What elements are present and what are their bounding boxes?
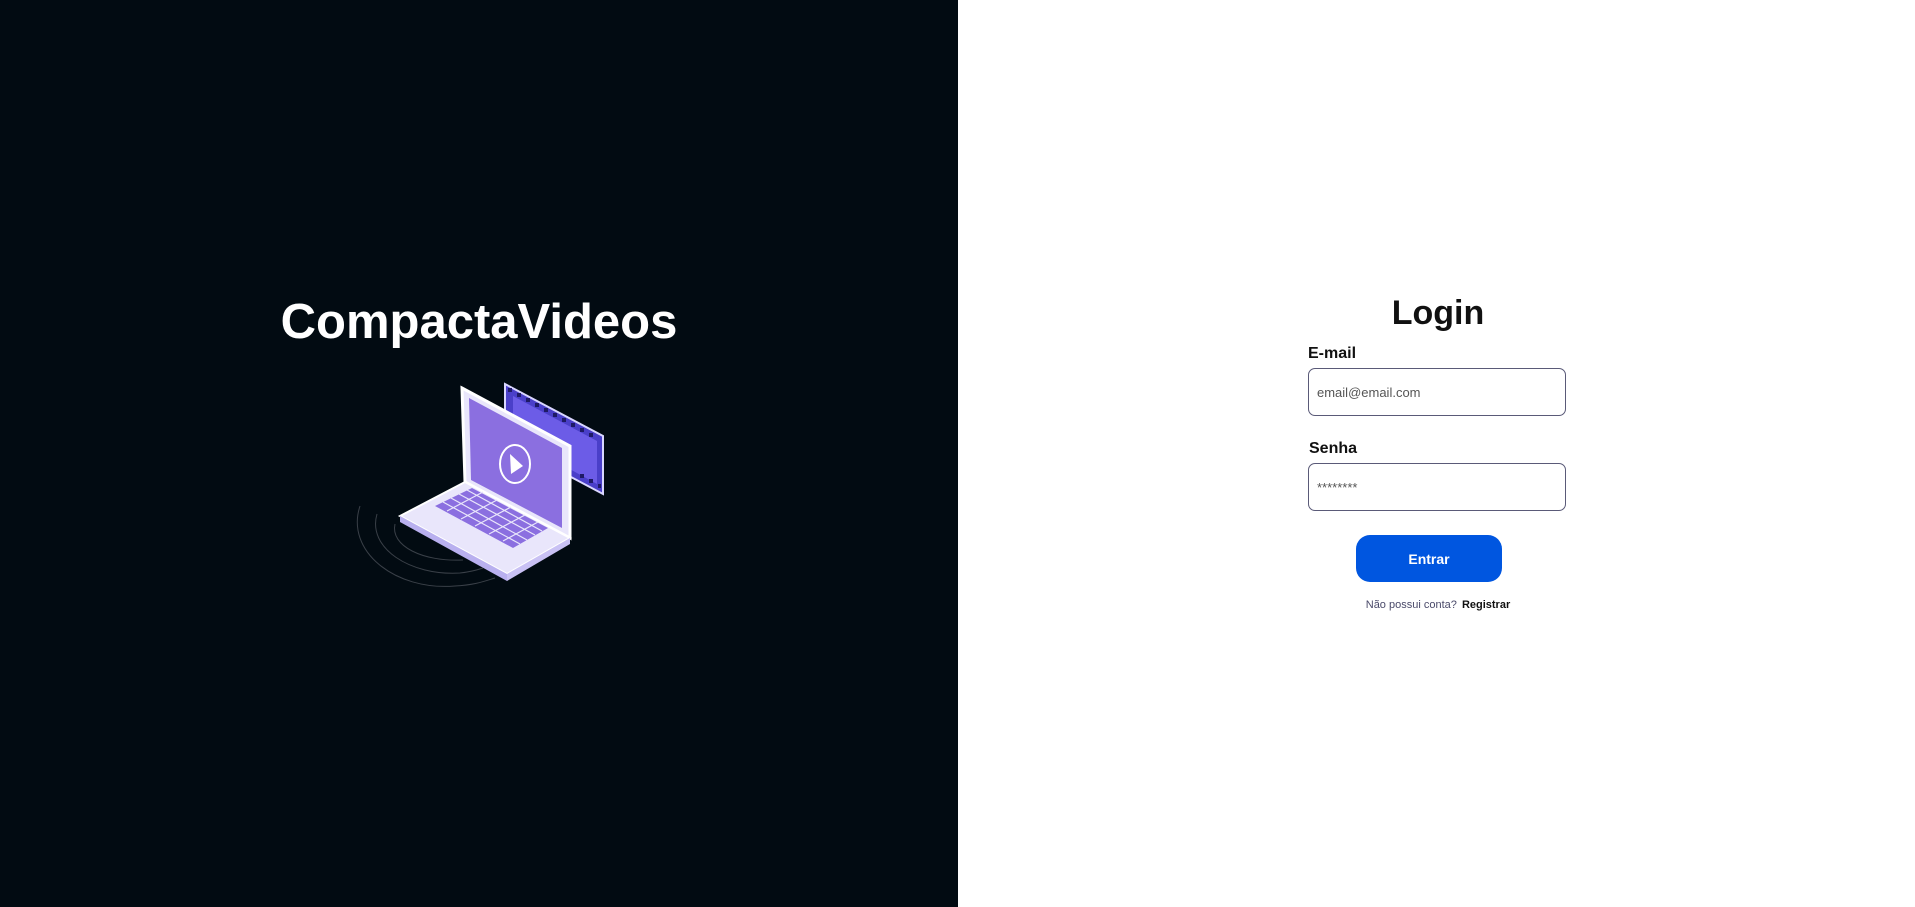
brand-panel: CompactaVideos xyxy=(0,0,958,907)
brand-title: CompactaVideos xyxy=(280,295,678,349)
register-prompt: Não possui conta? Registrar xyxy=(1308,598,1568,612)
login-title: Login xyxy=(1391,294,1485,332)
login-button[interactable]: Entrar xyxy=(1356,535,1502,582)
laptop-video-illustration xyxy=(356,382,604,587)
login-page: CompactaVideos Login E-mail email@email.… xyxy=(0,0,1915,907)
login-panel: Login E-mail Senha Entrar Não possui con… xyxy=(958,0,1915,907)
register-link[interactable]: Registrar xyxy=(1462,599,1510,611)
password-label: Senha xyxy=(1309,440,1358,457)
password-field[interactable] xyxy=(1308,463,1566,511)
email-field[interactable] xyxy=(1308,368,1566,416)
email-label: E-mail xyxy=(1308,345,1357,362)
register-question: Não possui conta? xyxy=(1365,599,1457,611)
login-form: Login E-mail Senha Entrar Não possui con… xyxy=(1308,290,1568,612)
